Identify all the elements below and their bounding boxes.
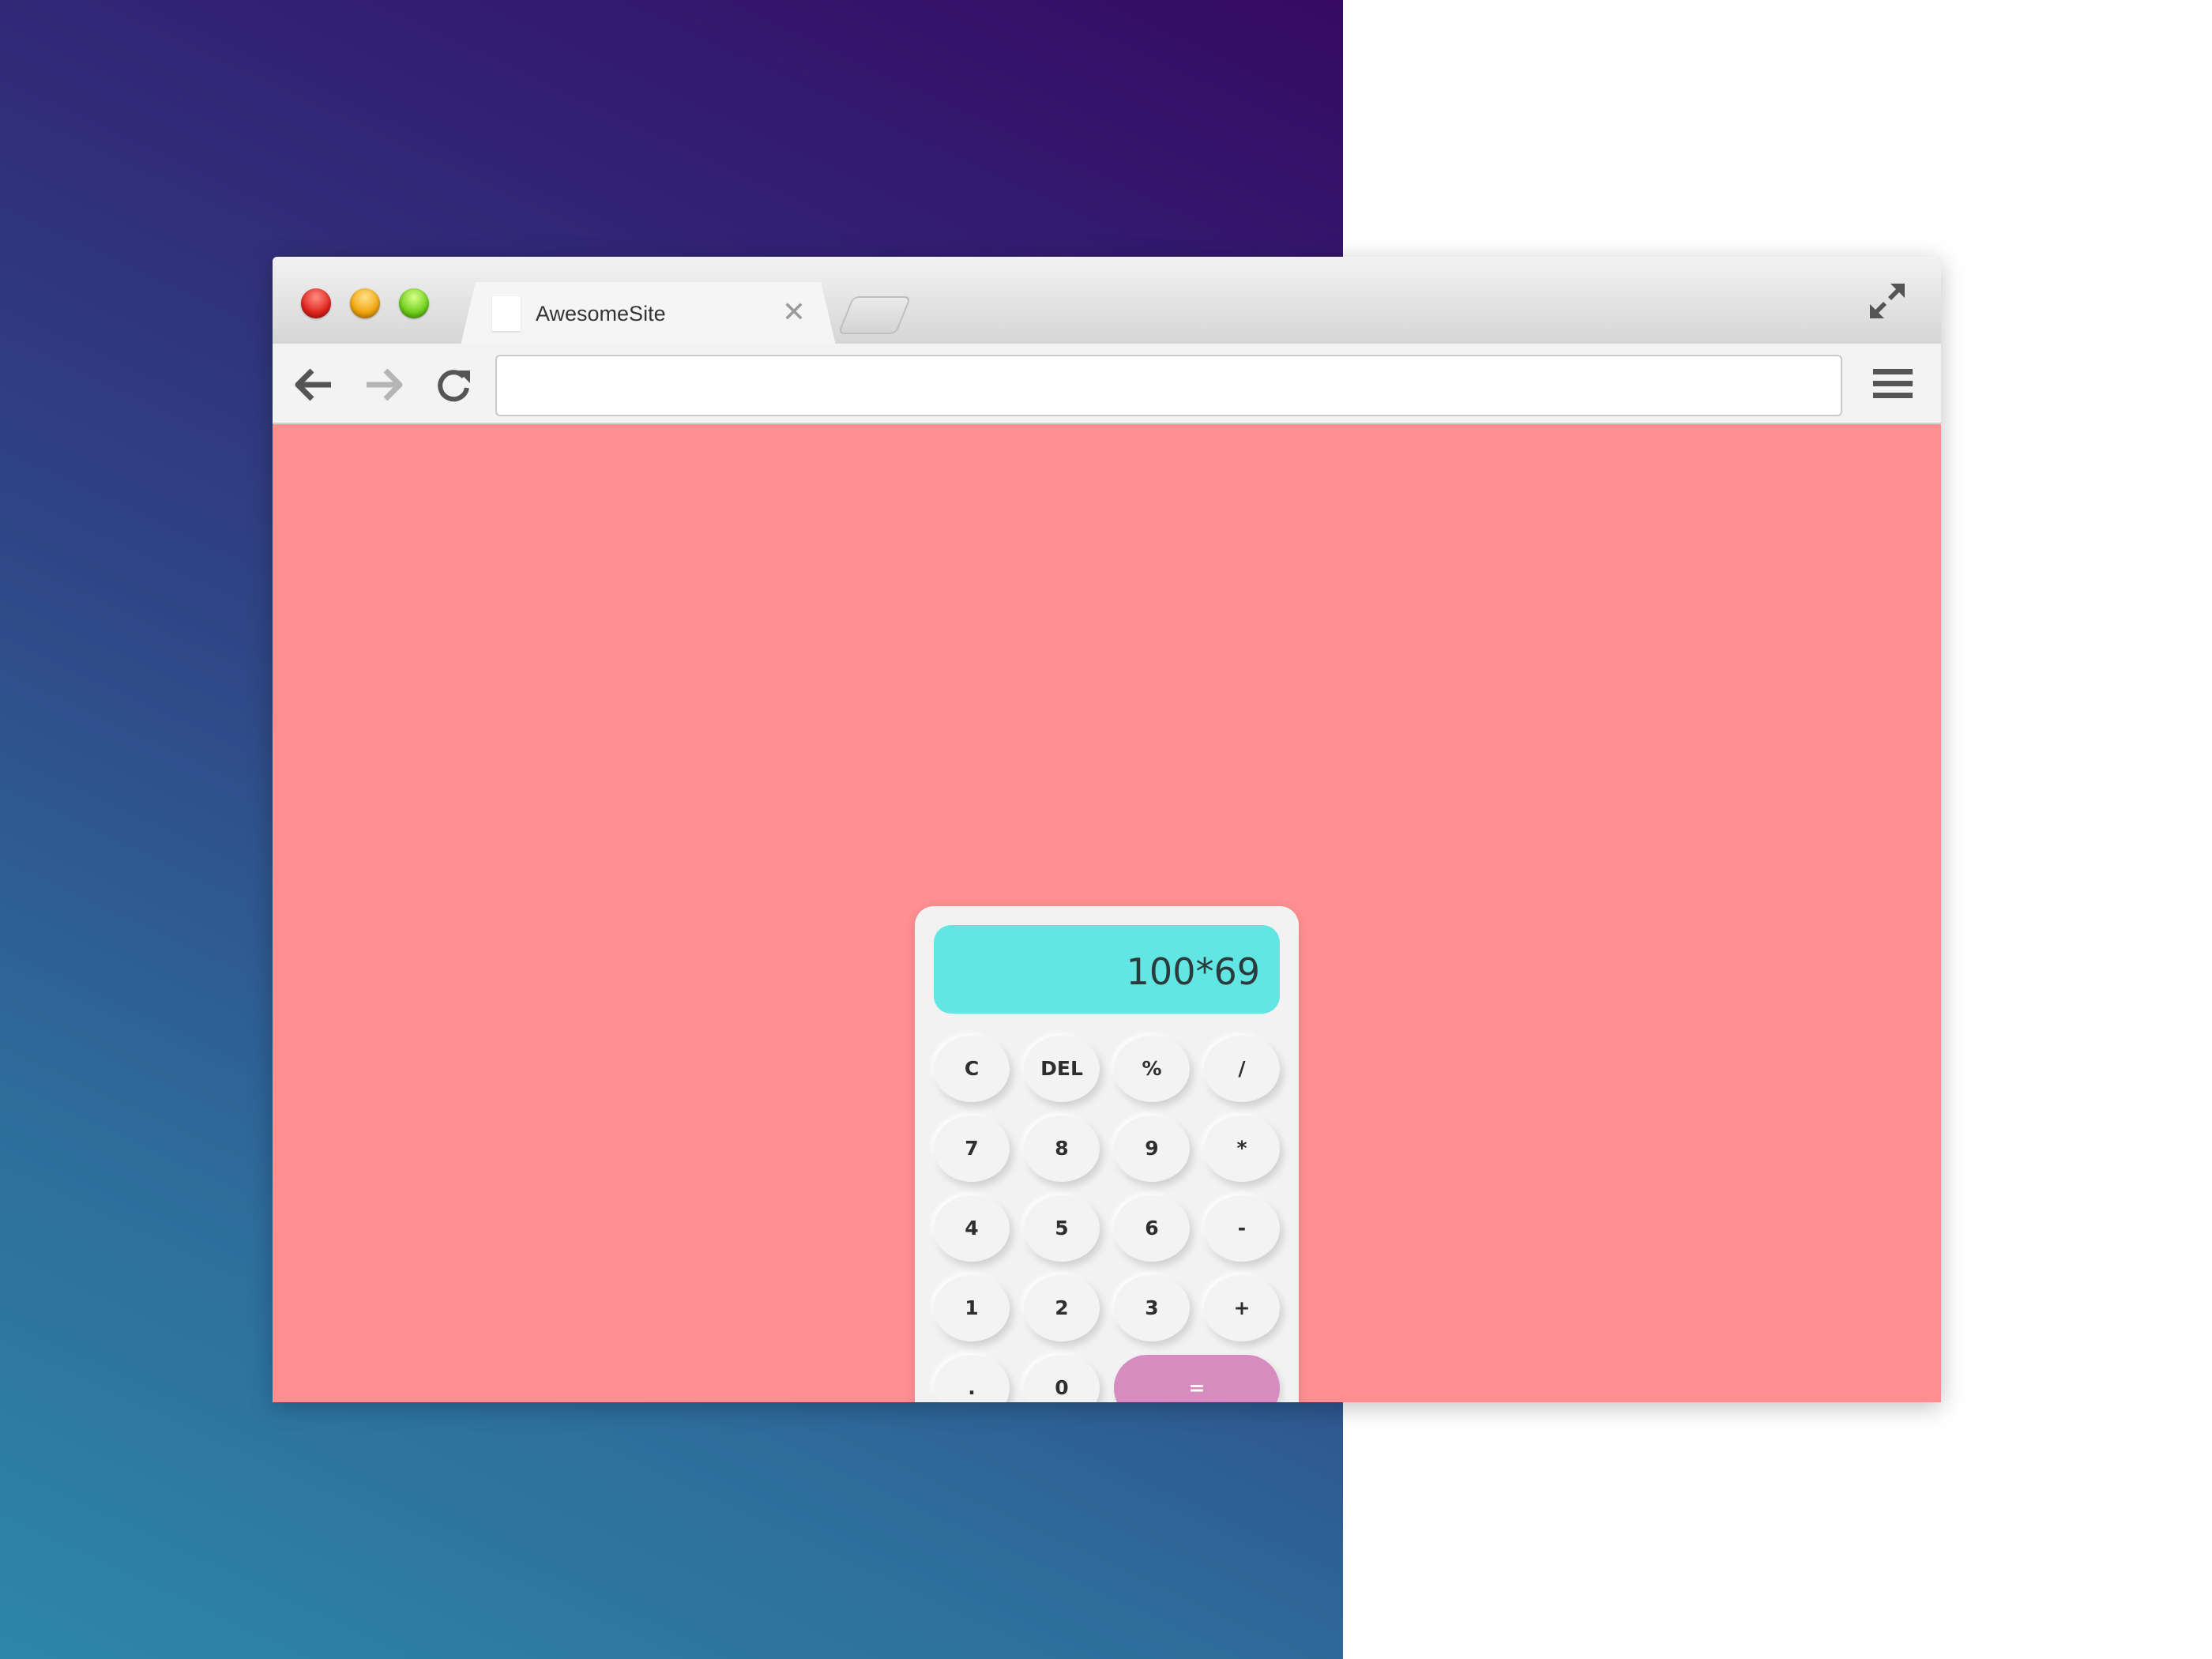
key-decimal[interactable]: .	[934, 1355, 1010, 1402]
calculator: 100*69 C DEL%/ 7 8 9 * 4 5 6- 1 2 3 +. 0 =	[915, 906, 1299, 1402]
navigation-toolbar	[273, 344, 1941, 424]
key-5[interactable]: 5	[1024, 1195, 1100, 1262]
address-bar[interactable]	[495, 355, 1842, 416]
reload-icon[interactable]	[434, 367, 473, 402]
key-equals[interactable]: =	[1114, 1355, 1280, 1402]
key-clear[interactable]: C	[934, 1036, 1010, 1102]
calculator-display: 100*69	[934, 925, 1280, 1014]
key-9[interactable]: 9	[1114, 1115, 1190, 1182]
expand-icon[interactable]	[1867, 280, 1908, 322]
page-content: 100*69 C DEL%/ 7 8 9 * 4 5 6- 1 2 3 +. 0 =	[273, 424, 1941, 1402]
key-multiply[interactable]: *	[1204, 1115, 1280, 1182]
favicon-icon	[492, 296, 521, 331]
key-6[interactable]: 6	[1114, 1195, 1190, 1262]
zoom-window-icon[interactable]	[399, 288, 429, 318]
key-7[interactable]: 7	[934, 1115, 1010, 1182]
new-tab-icon[interactable]	[837, 296, 912, 334]
minimize-window-icon[interactable]	[350, 288, 380, 318]
close-window-icon[interactable]	[301, 288, 331, 318]
key-2[interactable]: 2	[1024, 1275, 1100, 1341]
back-arrow-icon[interactable]	[295, 367, 334, 402]
key-8[interactable]: 8	[1024, 1115, 1100, 1182]
browser-window: AwesomeSite ✕ 100*69 C DEL % / 7 8 9 * 4…	[273, 257, 1941, 1402]
key-3[interactable]: 3	[1114, 1275, 1190, 1341]
key-0[interactable]: 0	[1024, 1355, 1100, 1402]
title-bar: AwesomeSite ✕	[273, 257, 1941, 345]
key-delete[interactable]: DEL	[1024, 1036, 1100, 1102]
forward-arrow-icon[interactable]	[363, 367, 403, 402]
key-add[interactable]: +	[1204, 1275, 1280, 1341]
key-1[interactable]: 1	[934, 1275, 1010, 1341]
hamburger-menu-icon[interactable]	[1873, 367, 1913, 401]
key-percent[interactable]: %	[1114, 1036, 1190, 1102]
key-divide[interactable]: /	[1204, 1036, 1280, 1102]
browser-tab[interactable]: AwesomeSite ✕	[461, 282, 836, 345]
key-subtract[interactable]: -	[1204, 1195, 1280, 1262]
tab-title: AwesomeSite	[536, 302, 666, 325]
key-4[interactable]: 4	[934, 1195, 1010, 1262]
tab-close-icon[interactable]: ✕	[782, 296, 806, 328]
